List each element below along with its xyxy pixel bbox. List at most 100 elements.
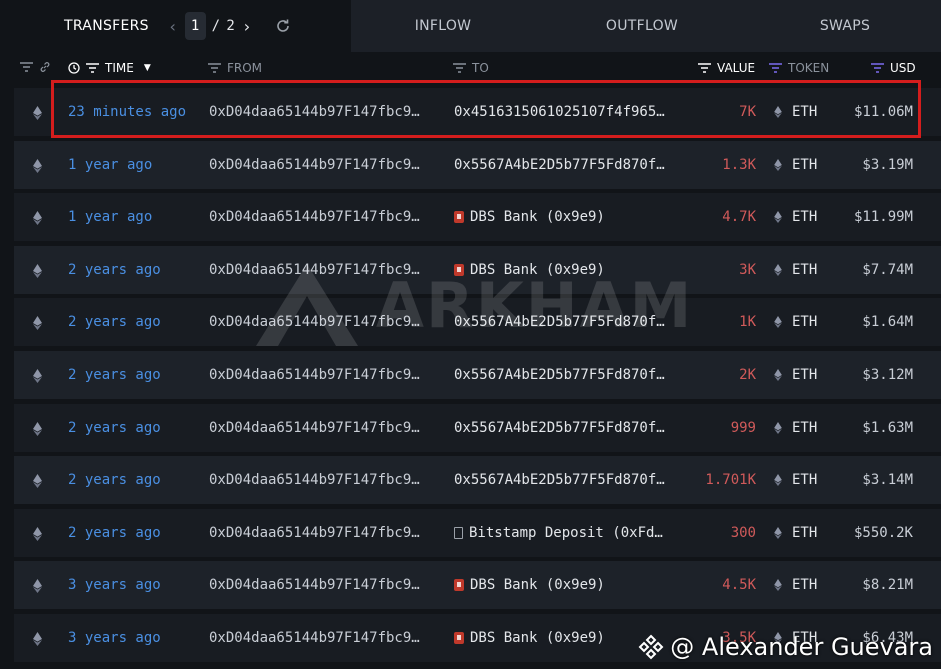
row-time[interactable]: 1 year ago — [68, 157, 152, 173]
page-total: 2 — [226, 18, 236, 34]
row-to[interactable]: 0x5567A4bE2D5b77F5Fd870f… — [454, 472, 682, 488]
row-token[interactable]: ETH — [774, 420, 817, 436]
row-to[interactable]: DBS Bank (0x9e9) — [454, 262, 682, 278]
row-value: 7K — [739, 104, 756, 120]
row-to-label: DBS Bank (0x9e9) — [470, 630, 605, 646]
header-to[interactable]: TO — [453, 61, 489, 75]
row-usd: $3.19M — [862, 156, 913, 173]
row-from[interactable]: 0xD04daa65144b97F147fbc9… — [209, 209, 437, 225]
filter-icon[interactable] — [86, 63, 99, 73]
row-to[interactable]: 0x4516315061025107f4f965… — [454, 104, 682, 120]
chevron-right-icon[interactable]: › — [241, 17, 253, 36]
eth-icon — [33, 106, 42, 120]
table-row[interactable]: 2 years ago 0xD04daa65144b97F147fbc9… 0x… — [14, 298, 941, 347]
document-icon — [454, 526, 463, 539]
table-row[interactable]: 2 years ago 0xD04daa65144b97F147fbc9… 0x… — [14, 403, 941, 452]
row-from[interactable]: 0xD04daa65144b97F147fbc9… — [209, 577, 437, 593]
row-value: 3K — [739, 261, 756, 278]
row-from[interactable]: 0xD04daa65144b97F147fbc9… — [209, 157, 437, 173]
row-from[interactable]: 0xD04daa65144b97F147fbc9… — [209, 314, 437, 330]
row-from[interactable]: 0xD04daa65144b97F147fbc9… — [209, 367, 437, 383]
filter-icon[interactable] — [208, 63, 221, 73]
row-from[interactable]: 0xD04daa65144b97F147fbc9… — [209, 525, 437, 541]
row-token[interactable]: ETH — [774, 472, 817, 488]
row-usd: $11.06M — [853, 104, 913, 120]
row-token[interactable]: ETH — [774, 209, 817, 225]
table-row[interactable]: 1 year ago 0xD04daa65144b97F147fbc9… DBS… — [14, 193, 941, 242]
filter-icon[interactable] — [871, 63, 884, 73]
header-usd[interactable]: USD — [871, 61, 916, 75]
row-token-label: ETH — [792, 419, 818, 436]
row-to[interactable]: DBS Bank (0x9e9) — [454, 209, 682, 225]
tab-transfers[interactable]: TRANSFERS ‹ 1 / 2 › — [0, 0, 351, 52]
row-token[interactable]: ETH — [774, 525, 817, 541]
row-to[interactable]: 0x5567A4bE2D5b77F5Fd870f… — [454, 157, 682, 173]
row-to[interactable]: 0x5567A4bE2D5b77F5Fd870f… — [454, 367, 682, 383]
row-to-label: Bitstamp Deposit (0xFd… — [469, 524, 663, 541]
table-row[interactable]: 2 years ago 0xD04daa65144b97F147fbc9… 0x… — [14, 351, 941, 399]
link-icon[interactable] — [39, 61, 51, 73]
filter-icon[interactable] — [20, 62, 33, 72]
row-token[interactable]: ETH — [774, 262, 817, 278]
row-time[interactable]: 2 years ago — [68, 367, 161, 383]
filter-icon[interactable] — [769, 63, 782, 73]
row-time[interactable]: 3 years ago — [68, 630, 161, 646]
tab-inflow[interactable]: INFLOW — [351, 0, 535, 52]
header-from[interactable]: FROM — [208, 61, 262, 75]
table-row[interactable]: 1 year ago 0xD04daa65144b97F147fbc9… 0x5… — [14, 140, 941, 189]
tab-swaps[interactable]: SWAPS — [749, 0, 941, 52]
binance-square-icon — [638, 634, 664, 660]
table-row[interactable]: 23 minutes ago 0xD04daa65144b97F147fbc9…… — [14, 88, 941, 136]
table-row[interactable]: 2 years ago 0xD04daa65144b97F147fbc9… 0x… — [14, 456, 941, 505]
sort-down-icon[interactable]: ▼ — [144, 63, 151, 73]
header-token[interactable]: TOKEN — [769, 61, 829, 75]
row-from[interactable]: 0xD04daa65144b97F147fbc9… — [209, 262, 437, 278]
eth-icon — [33, 474, 42, 489]
row-to[interactable]: 0x5567A4bE2D5b77F5Fd870f… — [454, 314, 682, 330]
header-time[interactable]: TIME ▼ — [68, 61, 151, 75]
row-from[interactable]: 0xD04daa65144b97F147fbc9… — [209, 420, 437, 436]
chevron-left-icon[interactable]: ‹ — [167, 17, 179, 36]
row-time[interactable]: 2 years ago — [68, 262, 161, 278]
row-token[interactable]: ETH — [774, 104, 817, 120]
row-time[interactable]: 2 years ago — [68, 420, 161, 436]
row-time[interactable]: 2 years ago — [68, 314, 161, 330]
header-token-label: TOKEN — [788, 61, 830, 75]
page-current[interactable]: 1 — [184, 12, 206, 40]
row-time[interactable]: 1 year ago — [68, 209, 152, 225]
eth-icon — [774, 263, 782, 276]
eth-icon — [774, 316, 782, 329]
eth-icon — [33, 579, 42, 594]
row-to[interactable]: 0x5567A4bE2D5b77F5Fd870f… — [454, 420, 682, 436]
row-from[interactable]: 0xD04daa65144b97F147fbc9… — [209, 472, 437, 488]
table-row[interactable]: 2 years ago 0xD04daa65144b97F147fbc9… Bi… — [14, 508, 941, 557]
eth-icon — [774, 474, 782, 487]
row-token[interactable]: ETH — [774, 577, 817, 593]
refresh-icon[interactable] — [275, 18, 291, 34]
row-token[interactable]: ETH — [774, 367, 817, 383]
row-time[interactable]: 23 minutes ago — [68, 104, 186, 120]
row-from[interactable]: 0xD04daa65144b97F147fbc9… — [209, 630, 437, 646]
tab-outflow-label: OUTFLOW — [605, 18, 679, 34]
row-time[interactable]: 2 years ago — [68, 472, 161, 488]
row-usd: $8.21M — [862, 577, 913, 594]
row-time[interactable]: 2 years ago — [68, 525, 161, 541]
table-row[interactable]: 2 years ago 0xD04daa65144b97F147fbc9… DB… — [14, 245, 941, 294]
filter-icon[interactable] — [698, 63, 711, 73]
row-value: 300 — [730, 524, 756, 541]
row-token[interactable]: ETH — [774, 314, 817, 330]
row-to[interactable]: DBS Bank (0x9e9) — [454, 577, 682, 593]
tab-outflow[interactable]: OUTFLOW — [535, 0, 749, 52]
eth-icon — [774, 369, 782, 381]
row-token-label: ETH — [792, 104, 818, 120]
header-value-label: VALUE — [717, 61, 756, 75]
table-row[interactable]: 3 years ago 0xD04daa65144b97F147fbc9… DB… — [14, 561, 941, 610]
row-from[interactable]: 0xD04daa65144b97F147fbc9… — [209, 104, 437, 120]
row-to[interactable]: Bitstamp Deposit (0xFd… — [454, 525, 682, 541]
header-value[interactable]: VALUE — [698, 61, 755, 75]
eth-icon — [774, 421, 782, 434]
row-to-label: 0x5567A4bE2D5b77F5Fd870f… — [454, 472, 665, 489]
row-time[interactable]: 3 years ago — [68, 577, 161, 593]
filter-icon[interactable] — [453, 63, 466, 73]
row-token[interactable]: ETH — [774, 157, 817, 173]
